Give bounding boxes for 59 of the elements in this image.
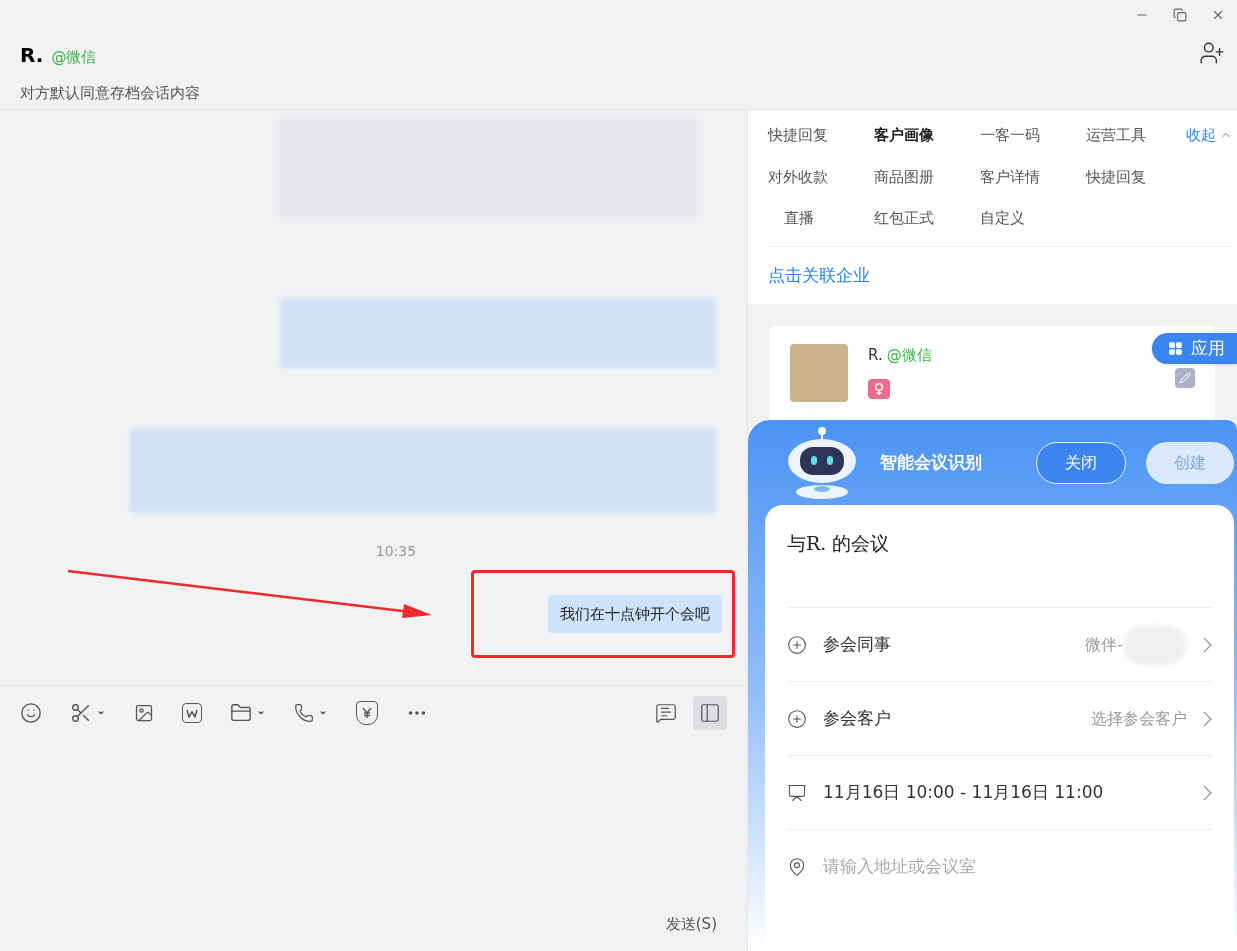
add-icon (787, 634, 807, 655)
tool-tab[interactable]: 运营工具 (1086, 124, 1186, 147)
avatar-placeholder (790, 344, 848, 402)
customer-name: R. (868, 345, 883, 366)
tool-tab[interactable]: 客户画像 (874, 124, 980, 147)
meeting-subject: 与R. 的会议 (787, 532, 890, 554)
option-label: 参会客户 (823, 706, 891, 730)
meeting-option-row[interactable]: 参会同事 微伴- (787, 608, 1212, 682)
tool-tab[interactable]: 红包正式 (874, 207, 980, 230)
caret-icon[interactable] (256, 708, 266, 718)
apps-button[interactable]: 应用 (1152, 333, 1237, 364)
document-icon[interactable] (182, 703, 202, 723)
contact-subtitle: 对方默认同意存档会话内容 (20, 83, 201, 104)
chevron-right-icon (1203, 710, 1212, 727)
message-history-icon[interactable] (655, 702, 677, 724)
folder-icon[interactable] (230, 702, 252, 724)
send-button[interactable]: 发送(S) (665, 912, 717, 935)
tool-tab[interactable]: 客户详情 (980, 165, 1086, 188)
contact-name: R. (20, 42, 44, 69)
chevron-right-icon (1203, 784, 1212, 801)
option-value: 选择参会客户 (1091, 707, 1187, 730)
close-button[interactable]: 关闭 (1036, 441, 1126, 484)
tool-tab[interactable]: 快捷回复 (1086, 165, 1186, 188)
contact-tag: @微信 (51, 46, 97, 69)
location-icon (787, 857, 807, 877)
panel-icon (699, 702, 721, 724)
restore-icon[interactable] (1173, 8, 1187, 22)
message-bubble: 我们在十点钟开个会吧 (548, 594, 722, 634)
emoji-icon[interactable] (20, 702, 42, 724)
tool-tab[interactable]: 一客一码 (980, 124, 1086, 147)
tool-tab[interactable]: 对外收款 (768, 165, 874, 188)
payment-icon[interactable] (356, 701, 378, 725)
collapse-button[interactable]: 收起 (1186, 124, 1233, 147)
female-icon (868, 378, 890, 399)
image-icon[interactable] (134, 703, 154, 723)
tool-tab[interactable]: 自定义 (980, 207, 1086, 230)
popup-title: 智能会议识别 (880, 450, 982, 474)
caret-icon[interactable] (318, 708, 328, 718)
add-user-icon[interactable] (1199, 40, 1225, 66)
caret-icon[interactable] (96, 708, 106, 718)
link-company[interactable]: 点击关联企业 (768, 264, 870, 285)
meeting-option-row[interactable]: 11月16日 10:00 - 11月16日 11:00 (787, 756, 1212, 830)
location-input[interactable]: 请输入地址或会议室 (823, 854, 1212, 880)
message-time: 10:35 (375, 542, 417, 561)
tool-tab[interactable]: 商品图册 (874, 165, 980, 188)
phone-icon[interactable] (294, 703, 314, 723)
customer-tag: @微信 (886, 344, 932, 367)
add-icon (787, 708, 807, 729)
meeting-option-row[interactable]: 参会客户 选择参会客户 (787, 682, 1212, 756)
grid-icon (1168, 341, 1183, 356)
option-label: 参会同事 (823, 632, 891, 656)
option-label: 11月16日 10:00 - 11月16日 11:00 (823, 780, 1104, 804)
tool-tab[interactable]: 快捷回复 (768, 124, 874, 147)
scissors-icon[interactable] (70, 702, 92, 724)
close-icon[interactable] (1211, 8, 1225, 22)
tool-tab[interactable]: 直播 (768, 207, 874, 230)
side-panel-toggle[interactable] (693, 696, 727, 730)
option-value: 微伴- (1085, 633, 1123, 656)
chevron-right-icon (1203, 636, 1212, 653)
